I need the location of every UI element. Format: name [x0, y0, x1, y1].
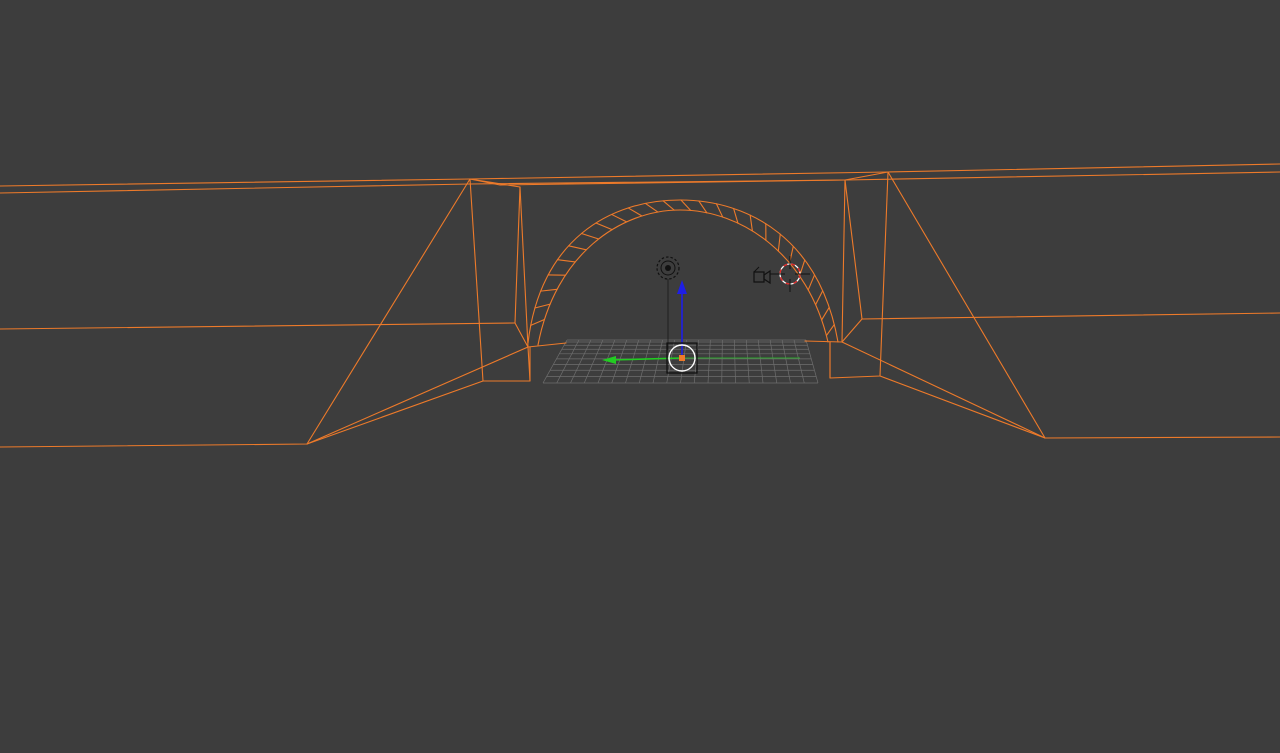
3d-viewport[interactable] — [0, 0, 1280, 753]
arch-outer — [527, 199, 839, 344]
left-abutment-edge — [514, 186, 521, 324]
right-bank-lower — [879, 375, 1280, 439]
right-abutment-edge — [844, 179, 863, 320]
viewport-canvas[interactable] — [0, 0, 1280, 753]
arch-hatch-line — [777, 233, 781, 252]
z-axis-arrow-head[interactable] — [677, 280, 687, 294]
left-bank-slope — [306, 178, 471, 445]
arch-hatch-line — [825, 323, 835, 337]
origin-dot — [679, 355, 685, 361]
arch-hatch-line — [595, 222, 613, 231]
camera-icon[interactable] — [753, 266, 771, 285]
right-bank-slope-b — [841, 341, 1046, 439]
left-bank-lower — [0, 380, 484, 448]
arch-hatch-line — [540, 288, 558, 292]
left-abutment-inner — [519, 186, 529, 348]
x-axis-arrow-head[interactable] — [602, 356, 616, 364]
arch-hatch-line — [568, 245, 587, 251]
floor-grid — [542, 339, 819, 384]
left-bank-slope-b — [306, 346, 529, 445]
arch-hatch-line — [807, 274, 816, 291]
arch-hatch-line — [821, 306, 830, 321]
right-abutment-outer — [829, 171, 889, 379]
right-bank-slope — [887, 171, 1046, 439]
arch-hatch-line — [611, 213, 628, 223]
right-bank-upper — [861, 312, 1280, 320]
arch-hatch-line — [580, 232, 600, 240]
arch-hatch-line — [644, 202, 659, 213]
arch-hatch-line — [749, 214, 753, 232]
lamp-icon[interactable] — [656, 256, 680, 350]
left-bank-upper — [0, 322, 516, 330]
right-abutment-inner — [841, 179, 846, 343]
arch-hatch-line — [627, 207, 643, 217]
arch-hatch-line — [534, 303, 551, 309]
arch-inner — [537, 209, 829, 346]
arch-hatch-line — [815, 290, 824, 306]
arch-hatch-line — [680, 199, 692, 211]
bridge-mesh[interactable] — [0, 163, 1280, 448]
arch-hatch-line — [662, 200, 675, 211]
arch-hatch-line — [556, 259, 576, 263]
